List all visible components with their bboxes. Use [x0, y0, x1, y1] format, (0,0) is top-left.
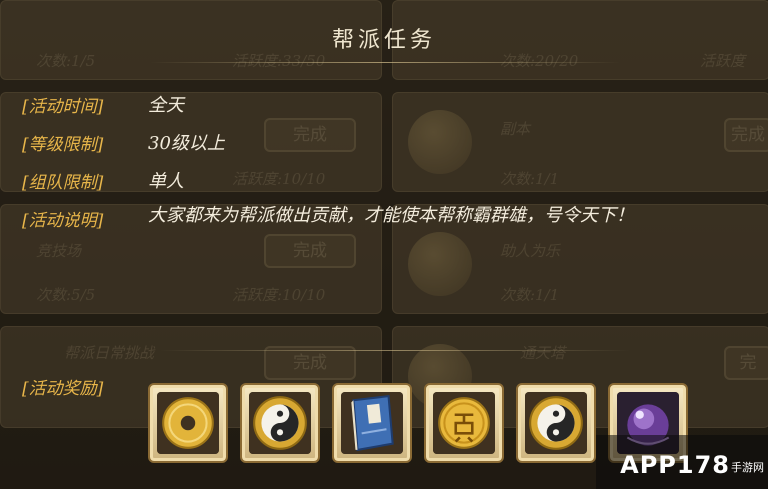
activity-desc-value: 大家都来为帮派做出贡献，才能使本帮称霸群雄，号令天下！	[148, 205, 634, 226]
level-limit-value: 30级以上	[148, 133, 225, 154]
reward-slot[interactable]	[516, 383, 596, 463]
yin-yang-icon	[525, 392, 587, 454]
team-limit-label: [组队限制]	[22, 173, 104, 193]
activity-time-label: [活动时间]	[22, 97, 104, 117]
activity-time-value: 全天	[148, 95, 184, 116]
reward-slot[interactable]	[424, 383, 504, 463]
watermark-logo: APP178	[620, 451, 730, 479]
reward-label: [活动奖励]	[22, 379, 104, 399]
team-limit-value: 单人	[148, 171, 184, 192]
section-divider	[160, 350, 630, 351]
skill-book-icon	[341, 392, 403, 454]
watermark-subtitle: 手游网	[731, 461, 764, 474]
reward-slot[interactable]	[332, 383, 412, 463]
reward-slot[interactable]	[240, 383, 320, 463]
site-watermark: APP178 手游网	[596, 435, 768, 489]
activity-desc-label: [活动说明]	[22, 211, 104, 231]
copper-coin-icon	[157, 392, 219, 454]
contribution-coin-icon	[433, 392, 495, 454]
level-limit-label: [等级限制]	[22, 135, 104, 155]
dialog-title: 帮派任务	[331, 28, 436, 53]
yin-yang-icon	[249, 392, 311, 454]
title-divider	[150, 62, 620, 63]
game-screen: 次数:1/5 活跃度:33/50 次数:20/20 活跃度 副本 次数:1/1 …	[0, 0, 768, 489]
reward-slot[interactable]	[148, 383, 228, 463]
